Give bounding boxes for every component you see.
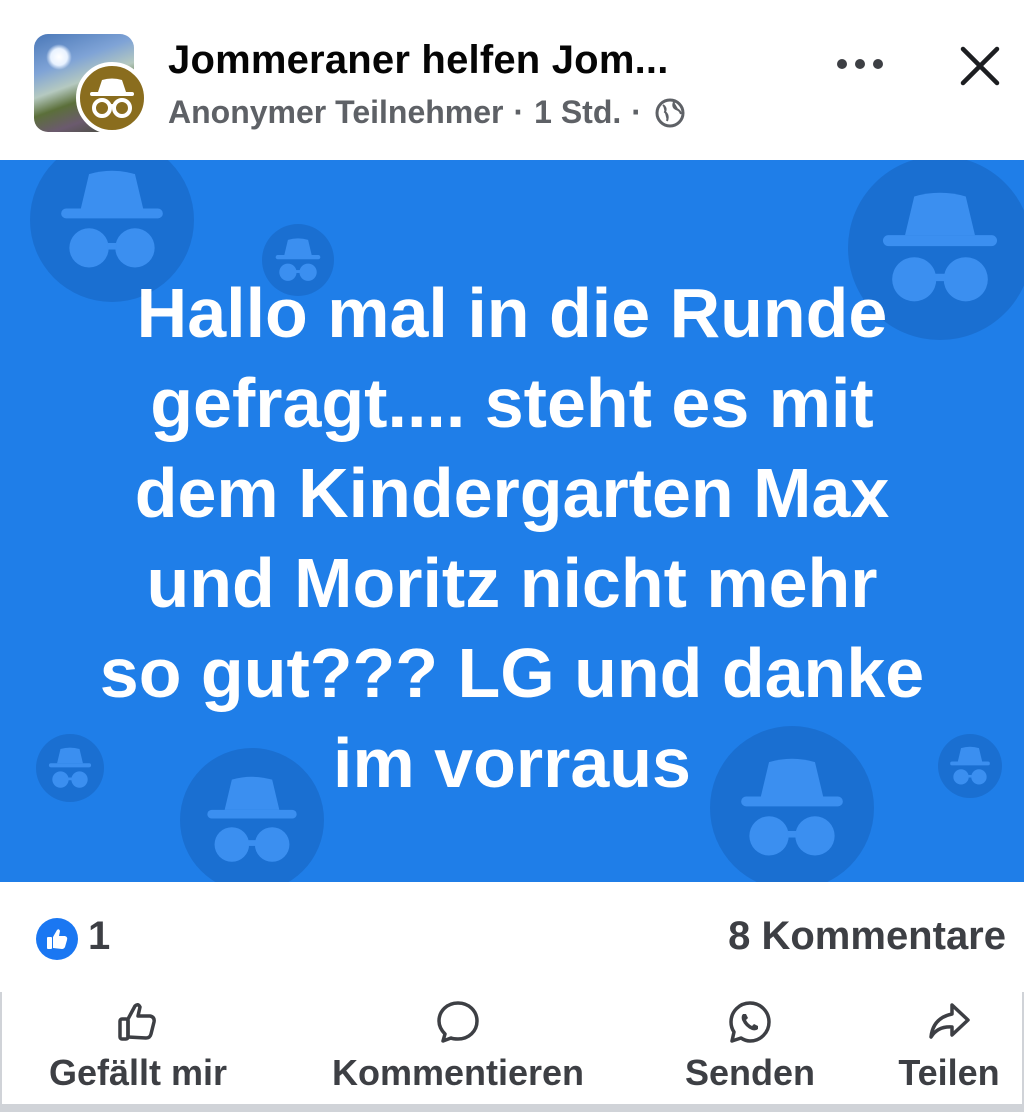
post-text: Hallo mal in die Runde gefragt.... steht… [40,268,984,808]
post-line: Hallo mal in die Runde [136,274,888,352]
post-time[interactable]: 1 Std. [534,94,621,131]
like-count[interactable]: 1 [88,914,110,959]
incognito-icon [90,78,134,118]
like-label: Gefällt mir [48,1052,228,1093]
share-button[interactable]: Teilen [886,998,1012,1094]
more-options-button[interactable] [830,44,890,84]
post-line: gefragt.... steht es mit [150,364,874,442]
share-label: Teilen [898,1052,1000,1093]
comment-button[interactable]: Kommentieren [308,998,608,1094]
share-icon [925,998,973,1046]
post-line: und Moritz nicht mehr [146,544,878,622]
post-line: dem Kindergarten Max [134,454,890,532]
meta-separator: · [513,94,525,130]
comment-icon [434,998,482,1046]
post-header: Jommeraner helfen Jom... Anonymer Teilne… [0,0,1024,160]
post-line: im vorraus [333,724,691,802]
like-button[interactable]: Gefällt mir [30,998,246,1094]
post-background[interactable]: Hallo mal in die Runde gefragt.... steht… [0,160,1024,882]
send-label: Senden [684,1052,816,1093]
thumbs-up-icon [114,998,162,1046]
post-meta: Anonymer Teilnehmer · 1 Std. · [168,94,686,131]
like-reaction-icon[interactable] [36,918,78,960]
send-button[interactable]: Senden [670,998,830,1094]
group-name[interactable]: Jommeraner helfen Jom... [168,38,669,83]
close-icon [960,46,1000,86]
globe-icon [654,97,686,129]
comments-count[interactable]: 8 Kommentare [728,914,1006,959]
sun-glare [46,44,72,70]
comment-label: Kommentieren [331,1052,585,1093]
anonymous-avatar[interactable] [76,62,148,134]
post-line: so gut??? LG und danke [99,634,925,712]
meta-separator-2: · [631,94,642,130]
close-button[interactable] [954,40,1006,92]
more-horizontal-icon [837,59,883,69]
author-name[interactable]: Anonymer Teilnehmer [168,94,503,131]
bottom-divider [0,1104,1024,1112]
whatsapp-icon [726,998,774,1046]
